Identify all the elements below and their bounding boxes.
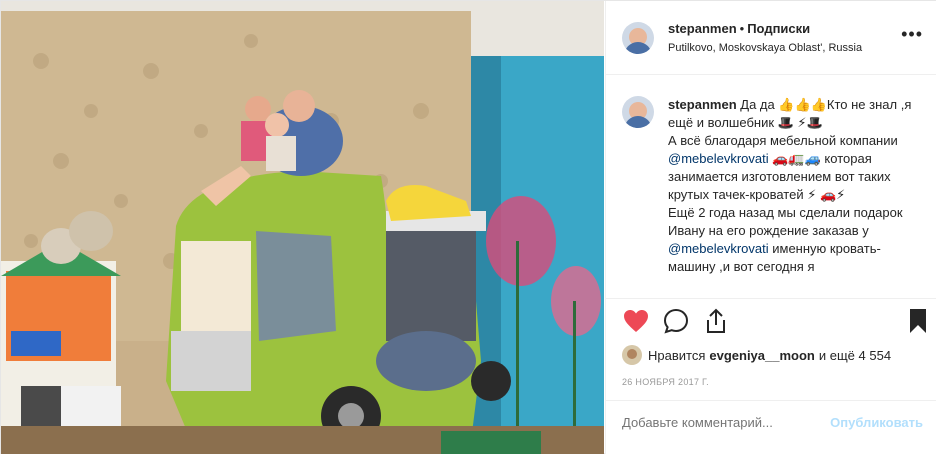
likes-prefix: Нравится	[648, 347, 706, 363]
caption-username[interactable]: stepanmen	[668, 97, 737, 112]
mention-link[interactable]: @mebelevkrovati	[668, 151, 769, 166]
caption-text-2: А всё благодаря мебельной компании	[668, 133, 898, 148]
caption-text-4: Ещё 2 года назад мы сделали подарок Иван…	[668, 205, 903, 238]
likes-count[interactable]: и ещё 4 554	[819, 348, 891, 363]
liker-avatar[interactable]	[622, 345, 642, 365]
share-button[interactable]	[702, 307, 730, 335]
follow-button[interactable]: Подписки	[747, 21, 810, 36]
more-options-icon[interactable]: •••	[901, 25, 923, 43]
avatar[interactable]	[622, 21, 654, 54]
publish-button[interactable]: Опубликовать	[830, 415, 923, 430]
liker-username[interactable]: evgeniya__moon	[709, 348, 815, 363]
bookmark-icon	[910, 309, 926, 333]
post-modal: stepanmen • Подписки Putilkovo, Moskovskay…	[0, 0, 936, 454]
post-side-panel: stepanmen • Подписки Putilkovo, Moskovskay…	[605, 1, 936, 454]
post-image	[1, 1, 604, 454]
share-icon	[707, 308, 725, 333]
location-link[interactable]: Putilkovo, Moskovskaya Oblast', Russia	[668, 42, 862, 54]
header-line: stepanmen • Подписки	[668, 21, 862, 36]
mention-link[interactable]: @mebelevkrovati	[668, 241, 769, 256]
heart-icon	[624, 310, 648, 332]
post-date[interactable]: 26 НОЯБРЯ 2017 Г.	[622, 377, 709, 387]
divider	[606, 400, 936, 401]
header-info: stepanmen • Подписки Putilkovo, Moskovskay…	[668, 21, 862, 54]
header-separator: •	[739, 21, 745, 36]
caption-text: stepanmen Да да 👍👍👍Кто не знал ,я ещё и …	[668, 96, 920, 298]
likes-row: Нравится evgeniya__moon и ещё 4 554	[622, 345, 891, 365]
save-button[interactable]	[904, 307, 932, 335]
comment-button[interactable]	[662, 307, 690, 335]
comment-icon	[663, 308, 689, 334]
action-bar	[622, 307, 926, 337]
avatar-shirt	[624, 116, 652, 128]
post-photo[interactable]	[1, 1, 604, 454]
header-username[interactable]: stepanmen	[668, 21, 737, 36]
caption-comment: stepanmen Да да 👍👍👍Кто не знал ,я ещё и …	[606, 76, 936, 298]
post-header: stepanmen • Подписки Putilkovo, Moskovskay…	[606, 1, 936, 75]
divider	[606, 298, 936, 299]
like-button[interactable]	[622, 307, 650, 335]
avatar-shirt	[624, 41, 652, 54]
comment-input[interactable]	[622, 415, 822, 430]
avatar[interactable]	[622, 96, 654, 128]
